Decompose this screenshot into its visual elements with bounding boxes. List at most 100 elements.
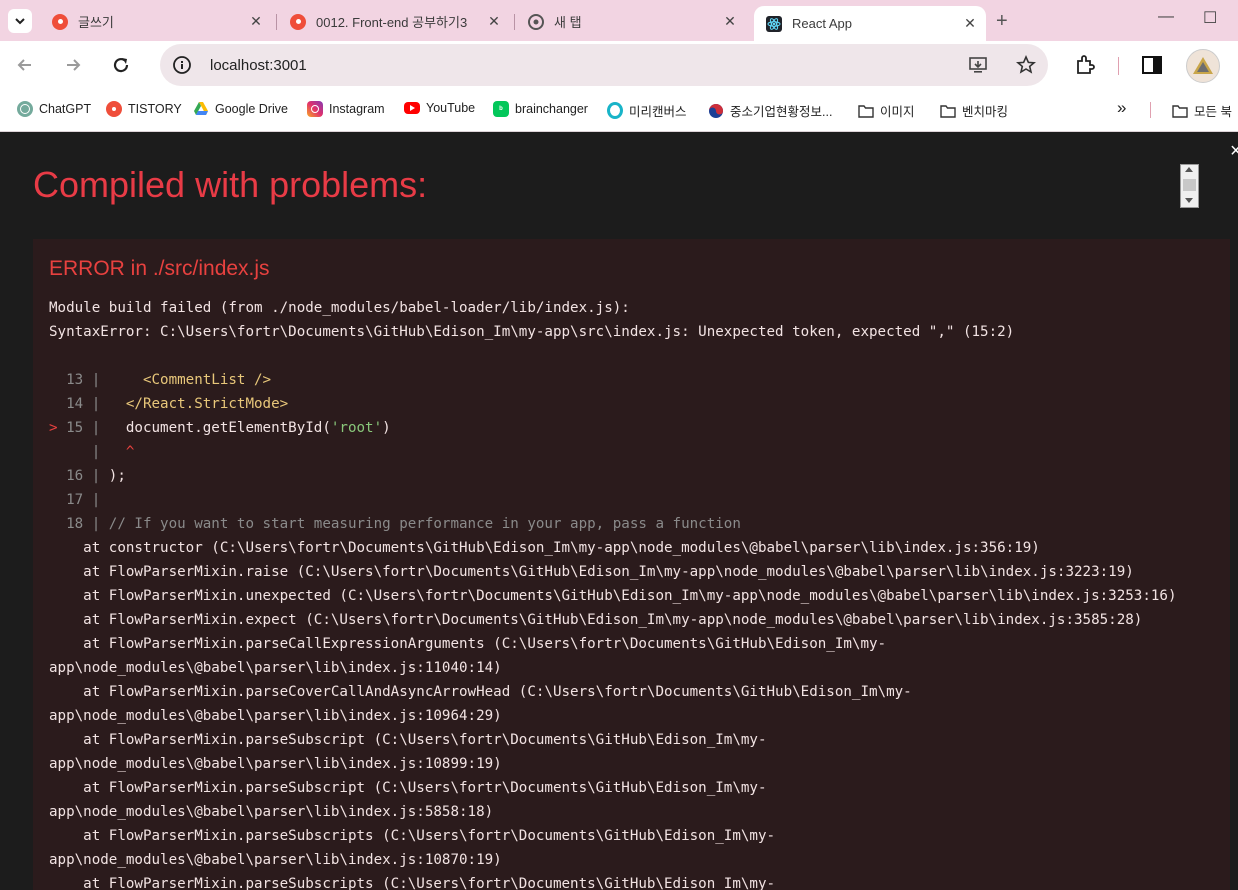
toolbar: localhost:3001: [0, 41, 1238, 89]
stack-trace-line: at FlowParserMixin.expect (C:\Users\fort…: [49, 612, 1143, 628]
arrow-right-icon: [67, 59, 81, 71]
bookmark-instagram[interactable]: Instagram: [307, 101, 385, 117]
stack-trace-line: at FlowParserMixin.unexpected (C:\Users\…: [49, 588, 1177, 604]
stack-trace-line: at FlowParserMixin.parseSubscripts (C:\U…: [49, 828, 776, 844]
code-gutter: > 15 |: [49, 420, 109, 436]
bookmark-folder-benchmarking[interactable]: 벤치마킹: [940, 101, 1008, 120]
react-icon: [766, 15, 782, 32]
tab-search-button[interactable]: [8, 9, 32, 33]
stack-trace-line: at constructor (C:\Users\fortr\Documents…: [49, 540, 1040, 556]
code-gutter: 13 |: [49, 372, 109, 388]
overlay-scrollbar[interactable]: [1180, 164, 1199, 208]
code-line: > 15 | document.getElementById('root'): [49, 420, 391, 436]
bookmark-tistory[interactable]: TISTORY: [106, 101, 182, 117]
address-bar[interactable]: localhost:3001: [160, 44, 1048, 86]
bookmark-miricanvas[interactable]: 미리캔버스: [607, 101, 687, 120]
close-icon[interactable]: ✕: [484, 13, 504, 30]
code-gutter: 17 |: [49, 492, 109, 508]
bookmark-folder-images[interactable]: 이미지: [858, 101, 915, 120]
code-token: </React.StrictMode>: [108, 396, 289, 412]
toolbar-divider: [1118, 57, 1119, 75]
blog-icon: b: [493, 101, 509, 117]
stack-trace-line: at FlowParserMixin.parseCallExpressionAr…: [49, 636, 887, 652]
scroll-down-icon[interactable]: [1185, 198, 1193, 203]
error-panel: ERROR in ./src/index.js Module build fai…: [33, 239, 1230, 890]
arrow-left-icon: [17, 59, 31, 71]
bookmark-sme-info[interactable]: 중소기업현황정보...: [708, 101, 832, 120]
stack-trace-line: at FlowParserMixin.parseSubscript (C:\Us…: [49, 732, 767, 748]
code-gutter: 14 |: [49, 396, 109, 412]
reload-button[interactable]: [109, 53, 133, 77]
tab-divider: [276, 14, 277, 30]
stack-trace-line: app\node_modules\@babel\parser\lib\index…: [49, 756, 502, 772]
code-line: 14 | </React.StrictMode>: [49, 396, 288, 412]
bookmark-label: brainchanger: [515, 102, 588, 116]
bookmark-chatgpt[interactable]: ChatGPT: [17, 101, 91, 117]
code-gutter: 16 |: [49, 468, 109, 484]
site-info-icon[interactable]: [172, 55, 192, 75]
back-button[interactable]: [13, 53, 37, 77]
stack-trace-line: app\node_modules\@babel\parser\lib\index…: [49, 708, 502, 724]
google-drive-icon: [193, 101, 209, 117]
error-heading: ERROR in ./src/index.js: [49, 257, 270, 280]
tab-strip: 글쓰기 ✕ 0012. Front-end 공부하기3 ✕ 새 탭 ✕ Reac…: [0, 0, 1238, 41]
chrome-icon: [528, 13, 544, 30]
close-icon[interactable]: ✕: [960, 15, 980, 32]
new-tab-button[interactable]: +: [996, 10, 1008, 33]
close-icon[interactable]: ✕: [246, 13, 266, 30]
profile-avatar[interactable]: [1186, 49, 1220, 83]
bookmark-brainchanger[interactable]: b brainchanger: [493, 101, 588, 117]
url-text[interactable]: localhost:3001: [210, 57, 307, 74]
tab-title: 새 탭: [554, 15, 582, 30]
page-content: Compiled with problems: × ERROR in ./src…: [0, 132, 1238, 890]
reload-icon: [113, 57, 129, 73]
tistory-icon: [106, 101, 122, 117]
side-panel-icon[interactable]: [1141, 54, 1163, 76]
gov-icon: [708, 103, 724, 119]
scroll-thumb[interactable]: [1183, 179, 1196, 191]
minimize-button[interactable]: —: [1158, 8, 1174, 26]
code-line: 13 | <CommentList />: [49, 372, 271, 388]
code-token: );: [108, 468, 126, 484]
tab-title: 글쓰기: [78, 15, 114, 30]
tab-new[interactable]: 새 탭 ✕: [516, 6, 746, 37]
tab-write[interactable]: 글쓰기 ✕: [40, 6, 272, 37]
install-app-icon[interactable]: [968, 55, 988, 75]
youtube-icon: [404, 102, 420, 114]
tab-title: 0012. Front-end 공부하기3: [316, 15, 468, 30]
bookmarks-overflow-button[interactable]: »: [1117, 98, 1126, 118]
avatar-icon: [1193, 57, 1213, 74]
tistory-icon: [52, 13, 68, 30]
folder-icon: [858, 103, 874, 119]
bookmark-label: TISTORY: [128, 102, 182, 116]
code-token: // If you want to start measuring perfor…: [108, 516, 741, 532]
code-token: <CommentList />: [108, 372, 272, 388]
code-gutter: |: [49, 444, 109, 460]
code-token: 'root': [330, 420, 383, 436]
stack-trace-line: app\node_modules\@babel\parser\lib\index…: [49, 804, 494, 820]
bookmark-star-icon[interactable]: [1016, 55, 1036, 75]
tab-react-app[interactable]: React App ✕: [754, 6, 986, 41]
forward-button[interactable]: [61, 53, 85, 77]
tab-frontend[interactable]: 0012. Front-end 공부하기3 ✕: [278, 6, 510, 37]
bookmark-label: 모든 북: [1194, 105, 1232, 119]
extensions-icon[interactable]: [1074, 54, 1096, 76]
bookmark-label: YouTube: [426, 101, 476, 115]
stack-trace-line: at FlowParserMixin.parseSubscripts (C:\U…: [49, 876, 776, 890]
bookmark-label: ChatGPT: [39, 102, 92, 116]
overlay-close-button[interactable]: ×: [1230, 140, 1238, 163]
code-gutter: 18 |: [49, 516, 109, 532]
tab-divider: [514, 14, 515, 30]
close-icon[interactable]: ✕: [720, 13, 740, 30]
stack-trace-line: at FlowParserMixin.parseCoverCallAndAsyn…: [49, 684, 912, 700]
maximize-button[interactable]: ☐: [1203, 8, 1217, 28]
code-line: 17 |: [49, 492, 109, 508]
bookmark-label: 중소기업현황정보...: [730, 105, 833, 119]
all-bookmarks-button[interactable]: 모든 북: [1172, 101, 1232, 120]
bookmark-youtube[interactable]: YouTube: [404, 101, 475, 115]
stack-trace-line: app\node_modules\@babel\parser\lib\index…: [49, 660, 502, 676]
bookmark-google-drive[interactable]: Google Drive: [193, 101, 288, 117]
scroll-up-icon[interactable]: [1185, 167, 1193, 172]
bookmark-label: Google Drive: [215, 102, 288, 116]
bookmark-label: Instagram: [329, 102, 385, 116]
